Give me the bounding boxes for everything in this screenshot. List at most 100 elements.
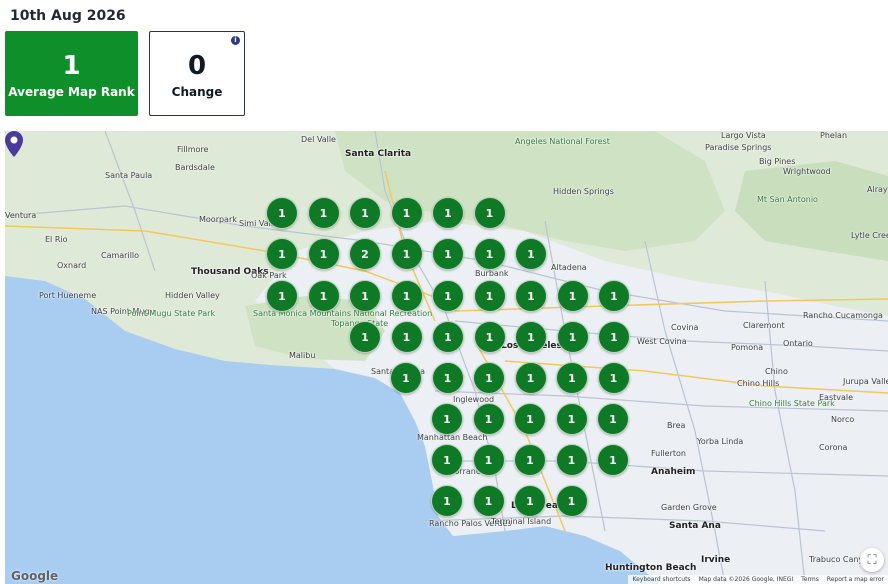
map-place-label: Paradise Springs [705, 143, 772, 152]
rank-marker[interactable]: 1 [473, 197, 506, 229]
rank-marker[interactable]: 1 [515, 321, 547, 353]
keyboard-shortcuts-link[interactable]: Keyboard shortcuts [632, 575, 690, 584]
map-place-label: Corona [819, 443, 848, 452]
report-map-error-link[interactable]: Report a map error [827, 575, 884, 584]
location-pin-icon[interactable] [5, 131, 23, 157]
map-place-label: Chino Hills [737, 379, 780, 388]
google-logo: Google [11, 569, 59, 583]
rank-marker[interactable]: 1 [431, 485, 463, 517]
rank-marker[interactable]: 1 [514, 444, 546, 476]
rank-marker[interactable]: 1 [390, 280, 423, 312]
rank-marker[interactable]: 1 [555, 485, 588, 517]
map-place-label: Malibu [289, 351, 316, 360]
rank-marker[interactable]: 1 [266, 238, 298, 270]
average-rank-value: 1 [62, 50, 81, 81]
map-place-label: Jurupa Valley [843, 377, 888, 386]
rank-grid-map[interactable]: Santa Clarita Fillmore Bardsdale Santa Paul… [5, 131, 888, 584]
report-date: 10th Aug 2026 [10, 8, 126, 24]
rank-marker[interactable]: 1 [349, 197, 381, 229]
map-place-label: Burbank [475, 269, 509, 278]
rank-marker[interactable]: 1 [597, 362, 630, 394]
rank-marker[interactable]: 1 [431, 362, 464, 394]
rank-marker[interactable]: 1 [473, 280, 506, 312]
map-place-label: West Covina [637, 337, 687, 346]
rank-marker[interactable]: 1 [515, 280, 547, 312]
map-place-label: Ontario [783, 339, 813, 348]
rank-marker[interactable]: 1 [432, 197, 464, 229]
map-place-label: El Rio [45, 235, 68, 244]
map-place-label: Brea [667, 421, 686, 430]
map-place-label: Del Valle [301, 135, 336, 144]
map-place-label: Alray [867, 185, 888, 194]
rank-marker[interactable]: 1 [307, 197, 340, 229]
rank-marker[interactable]: 1 [432, 238, 464, 270]
map-place-label: Chino [765, 367, 788, 376]
rank-marker[interactable]: 1 [472, 485, 505, 517]
map-place-label: Eastvale [819, 393, 854, 402]
rank-marker[interactable]: 1 [390, 362, 422, 394]
rank-marker[interactable]: 1 [556, 362, 588, 394]
rank-marker[interactable]: 1 [307, 280, 340, 312]
rank-marker[interactable]: 1 [556, 280, 589, 312]
change-label: Change [171, 84, 223, 99]
change-card: i 0 Change [149, 31, 245, 116]
map-place-label: Wrightwood [783, 167, 831, 176]
rank-marker[interactable]: 1 [473, 321, 506, 353]
rank-marker[interactable]: 1 [390, 238, 423, 270]
map-place-label: Ventura [5, 211, 37, 220]
map-place-label: Phelan [820, 131, 848, 140]
rank-marker[interactable]: 1 [472, 403, 505, 435]
map-place-label: Santa Paula [105, 171, 153, 180]
map-place-label: Port Hueneme [39, 291, 97, 300]
map-place-label: Angeles National Forest [515, 137, 610, 146]
rank-marker[interactable]: 1 [473, 238, 506, 270]
rank-marker[interactable]: 1 [390, 197, 423, 229]
terms-link[interactable]: Terms [801, 575, 819, 584]
rank-marker[interactable]: 1 [307, 238, 340, 270]
rank-marker[interactable]: 1 [514, 485, 546, 517]
map-place-label: Altadena [551, 263, 587, 272]
map-footer: Keyboard shortcuts Map data ©2026 Google… [628, 575, 888, 584]
rank-marker[interactable]: 1 [514, 362, 547, 394]
rank-marker[interactable]: 1 [597, 403, 629, 435]
map-place-label: Yorba Linda [697, 437, 744, 446]
rank-marker[interactable]: 1 [472, 444, 505, 476]
map-place-label: Fillmore [177, 145, 209, 154]
rank-marker[interactable]: 1 [349, 280, 381, 312]
map-place-label: Oak Park [251, 271, 287, 280]
rank-marker[interactable]: 1 [266, 280, 298, 312]
rank-marker[interactable]: 1 [514, 403, 546, 435]
rank-marker[interactable]: 1 [266, 197, 298, 229]
map-place-label: Hidden Valley [165, 291, 220, 300]
map-place-label: Santa Ana [669, 521, 721, 531]
rank-marker[interactable]: 1 [515, 238, 547, 270]
map-place-label: Covina [671, 323, 699, 332]
map-place-label: Largo Vista [721, 131, 766, 140]
rank-marker[interactable]: 1 [556, 321, 589, 353]
rank-marker[interactable]: 1 [431, 444, 463, 476]
rank-marker[interactable]: 1 [431, 403, 463, 435]
average-rank-label: Average Map Rank [8, 84, 135, 99]
map-place-label: Anaheim [651, 467, 696, 477]
average-map-rank-card: 1 Average Map Rank [5, 31, 138, 116]
rank-marker[interactable]: 1 [390, 321, 423, 353]
info-icon[interactable]: i [231, 36, 240, 45]
rank-marker[interactable]: 1 [598, 280, 630, 312]
map-place-label: Bardsdale [175, 163, 215, 172]
map-place-label: Fullerton [651, 449, 686, 458]
fullscreen-icon[interactable]: ⛶ [860, 548, 884, 572]
map-place-label: Big Pines [759, 157, 796, 166]
rank-marker[interactable]: 1 [473, 362, 505, 394]
rank-marker[interactable]: 2 [349, 238, 381, 270]
rank-marker[interactable]: 1 [555, 403, 588, 435]
rank-marker[interactable]: 1 [432, 321, 464, 353]
rank-marker[interactable]: 1 [597, 444, 629, 476]
map-place-label: Manhattan Beach [417, 433, 488, 442]
rank-marker[interactable]: 1 [432, 280, 464, 312]
rank-marker[interactable]: 1 [598, 321, 630, 353]
rank-marker[interactable]: 1 [555, 444, 588, 476]
rank-marker[interactable]: 1 [349, 321, 381, 353]
map-place-label: Irvine [701, 555, 731, 565]
map-place-label: Norco [831, 415, 855, 424]
map-place-label: Huntington Beach [605, 563, 697, 573]
